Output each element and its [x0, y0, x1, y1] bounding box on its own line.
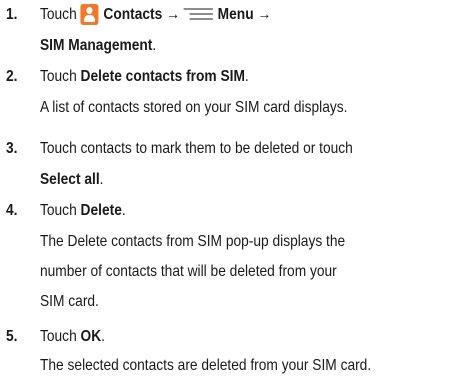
step-line: SIM card.	[40, 293, 99, 310]
step-text: .	[121, 202, 126, 219]
step-bold-text: Contacts →	[103, 6, 180, 23]
step-text: .	[244, 68, 249, 85]
step-line: SIM Management.	[40, 36, 156, 56]
step-number: 4.	[6, 202, 18, 219]
step-bold-text: Delete	[80, 202, 122, 219]
step-line: Touch Delete.	[40, 201, 126, 221]
step-bold-text: Select all	[40, 171, 100, 188]
step-line: Touch contacts to mark them to be delete…	[40, 140, 353, 157]
step-line: Touch Delete contacts from SIM.	[40, 67, 249, 87]
step-text: Touch	[40, 202, 81, 219]
step-text: Touch	[40, 68, 81, 85]
instruction-document: 1. Touch Contacts → Menu → SIM Management.…	[0, 0, 470, 380]
step-bold-text: OK	[80, 328, 102, 345]
step-line: Touch OK.	[40, 327, 105, 347]
step-text: .	[101, 328, 106, 345]
step-number: 1.	[6, 6, 18, 23]
step-bold-text: Delete contacts from SIM	[80, 68, 245, 85]
step-line: number of contacts that will be deleted …	[40, 263, 337, 280]
step-number: 5.	[6, 328, 18, 345]
menu-icon	[183, 8, 213, 21]
step-text: Touch	[40, 6, 77, 23]
step-line: Select all.	[40, 170, 103, 190]
step-line: Touch Contacts → Menu →	[40, 4, 272, 26]
step-text: .	[152, 37, 157, 54]
step-number: 3.	[6, 140, 18, 157]
step-number: 2.	[6, 68, 18, 85]
step-line: A list of contacts stored on your SIM ca…	[40, 99, 348, 116]
step-text: .	[99, 171, 104, 188]
step-line: The selected contacts are deleted from y…	[40, 357, 372, 374]
step-line: The Delete contacts from SIM pop-up disp…	[40, 233, 346, 250]
step-bold-text: Menu →	[217, 6, 272, 23]
contacts-icon	[80, 4, 99, 25]
step-text: Touch	[40, 328, 81, 345]
step-bold-text: SIM Management	[40, 37, 153, 54]
